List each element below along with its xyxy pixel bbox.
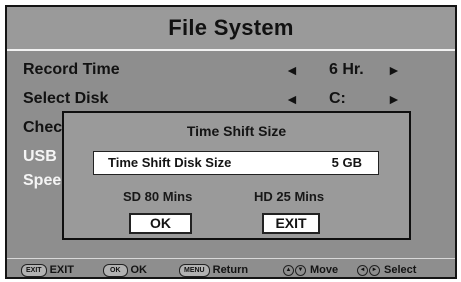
- select-hint: Select: [384, 264, 417, 276]
- select-disk-value: C:: [329, 90, 346, 107]
- menu-row-record-time[interactable]: Record Time ◄ 6 Hr. ►: [7, 59, 455, 83]
- menu-key-icon: MENU: [179, 263, 210, 277]
- exit-key-icon: EXIT: [21, 263, 47, 277]
- time-shift-size-label: Time Shift Disk Size: [108, 155, 232, 170]
- return-hint: Return: [212, 264, 249, 276]
- hd-duration: HD 25 Mins: [254, 189, 325, 204]
- ok-button[interactable]: OK: [129, 213, 192, 234]
- time-shift-dialog: Time Shift Size Time Shift Disk Size 5 G…: [62, 111, 411, 240]
- right-arrow-icon: ►: [369, 264, 380, 276]
- key-help-bar: EXIT EXIT OK OK MENU Return ▲ ▼ Move ◄ ►…: [7, 258, 455, 278]
- time-shift-size-field[interactable]: Time Shift Disk Size 5 GB: [93, 151, 379, 175]
- dialog-title: Time Shift Size: [186, 123, 287, 139]
- footer-move: ▲ ▼ Move: [283, 263, 338, 277]
- footer-select: ◄ ► Select: [357, 263, 416, 277]
- ok-key-icon: OK: [103, 263, 128, 277]
- file-system-screen: File System Record Time ◄ 6 Hr. ► Select…: [5, 5, 457, 279]
- page-title: File System: [168, 15, 294, 40]
- footer-exit: EXIT EXIT: [21, 263, 74, 277]
- title-bar: File System: [7, 7, 455, 51]
- exit-hint: EXIT: [49, 264, 75, 276]
- arrow-left-icon[interactable]: ◄: [285, 91, 299, 107]
- usb-label: USB: [23, 148, 57, 165]
- arrow-right-icon[interactable]: ►: [387, 62, 401, 78]
- arrow-left-icon[interactable]: ◄: [285, 62, 299, 78]
- down-arrow-icon: ▼: [295, 264, 306, 276]
- record-time-value: 6 Hr.: [329, 61, 364, 78]
- record-time-label: Record Time: [23, 61, 120, 78]
- move-hint: Move: [310, 264, 339, 276]
- speed-label: Spee: [23, 172, 62, 189]
- left-arrow-icon: ◄: [357, 264, 368, 276]
- up-arrow-icon: ▲: [283, 264, 294, 276]
- sd-duration: SD 80 Mins: [123, 189, 193, 204]
- select-disk-label: Select Disk: [23, 90, 109, 107]
- time-shift-size-value: 5 GB: [331, 155, 362, 170]
- ok-hint: OK: [130, 264, 148, 276]
- footer-return: MENU Return: [179, 263, 248, 277]
- footer-ok: OK OK: [103, 263, 147, 277]
- arrow-right-icon[interactable]: ►: [387, 91, 401, 107]
- exit-button[interactable]: EXIT: [262, 213, 320, 234]
- menu-row-select-disk[interactable]: Select Disk ◄ C: ►: [7, 88, 455, 112]
- check-label: Chec: [23, 119, 63, 136]
